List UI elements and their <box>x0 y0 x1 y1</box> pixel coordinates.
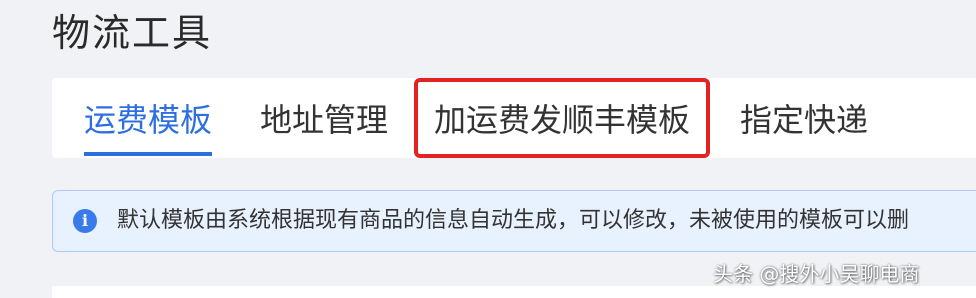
tab-address-management[interactable]: 地址管理 <box>260 98 388 142</box>
notice-text: 默认模板由系统根据现有商品的信息自动生成，可以修改，未被使用的模板可以删 <box>117 208 910 233</box>
info-icon: i <box>73 209 97 233</box>
watermark: 头条 @搜外小吴聊电商 <box>713 262 920 286</box>
tab-freight-template[interactable]: 运费模板 <box>84 98 212 142</box>
tab-designated-courier[interactable]: 指定快递 <box>740 98 868 142</box>
highlight-annotation <box>414 78 710 158</box>
page-title: 物流工具 <box>52 11 213 55</box>
active-tab-indicator <box>84 152 212 156</box>
info-notice: i 默认模板由系统根据现有商品的信息自动生成，可以修改，未被使用的模板可以删 <box>52 190 976 252</box>
